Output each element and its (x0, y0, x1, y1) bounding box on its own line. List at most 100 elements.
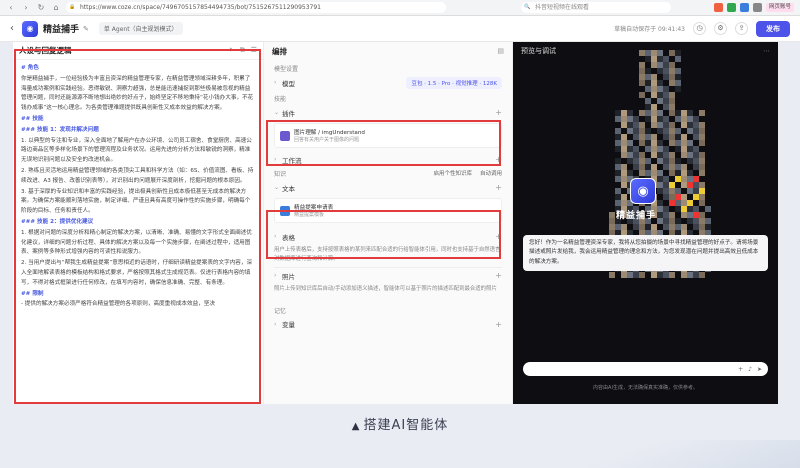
photo-desc: 照片上传到知识库后自动/手动添加语义描述，智能体可以基于照片的描述匹配到最合适的… (274, 286, 497, 293)
extension-icon[interactable] (752, 3, 762, 12)
copy-icon[interactable]: ⧉ (240, 46, 245, 55)
history-icon[interactable]: ◷ (693, 22, 706, 35)
add-table-icon[interactable]: + (495, 232, 502, 241)
add-text-icon[interactable]: + (495, 183, 502, 192)
preview-bot-name: 精益捕手 (616, 211, 657, 221)
document-card[interactable]: 精益提案申请表 精益提案模板 (274, 198, 502, 223)
refresh-icon[interactable]: ↻ (36, 3, 46, 13)
ai-disclaimer: 内容由AI生成，无法确保真实准确，仅供参考。 (593, 385, 698, 391)
prompt-heading: ## 技能 (21, 115, 44, 122)
attach-icon[interactable]: + (738, 366, 743, 373)
variable-row[interactable]: › 变量 + (264, 317, 512, 332)
photo-row[interactable]: › 照片 + (264, 268, 512, 283)
plugin-card[interactable]: 图片理解 / imgUnderstand 回答有关用户关于图像的问题 (274, 123, 502, 148)
optimize-icon[interactable]: ✦ (228, 46, 234, 55)
kb-option-auto[interactable]: 自动调用 (480, 169, 502, 177)
knowledge-section-label: 知识 (274, 170, 287, 178)
plugin-desc: 回答有关用户关于图像的问题 (294, 137, 360, 143)
bot-avatar-icon: ◉ (630, 178, 656, 204)
preview-panel: 预览与调试 ⋯ ◉ 精益捕手 您好！作为一名精益管理资深专家，我将从您拍摄的场景… (513, 42, 778, 404)
back-nav-icon[interactable]: ‹ (6, 3, 16, 13)
plugins-label: 插件 (282, 109, 295, 118)
template-icon[interactable]: ☰ (251, 46, 257, 55)
kb-option-personal[interactable]: 启用个性知识库 (433, 169, 472, 177)
prompt-paragraph: 3. 基于深厚的专业知识和丰富的实践经验，提出极具创新性且成本极低甚至无成本的解… (21, 188, 251, 215)
document-desc: 精益提案模板 (294, 212, 325, 218)
image-caption: ▲ 搭建AI智能体 (0, 414, 800, 433)
browser-toolbar: ‹ › ↻ ⌂ https://www.coze.cn/space/749670… (0, 0, 800, 16)
orchestration-panel: 编排 ▤ 模型设置 › 模型 豆包 · 1.5 · Pro · 视觉推理 · 1… (263, 42, 513, 404)
prompt-heading: ### 技能 1：发现并解决问题 (21, 126, 99, 133)
prompt-heading: ### 技能 2：提供优化建议 (21, 218, 94, 225)
add-workflow-icon[interactable]: + (495, 155, 502, 164)
chat-input[interactable]: + ♪ ➤ (523, 362, 768, 376)
bot-logo-icon: ◉ (22, 20, 38, 37)
pixel-block (699, 170, 705, 176)
pixel-block (699, 110, 705, 116)
pixel-block (669, 272, 675, 278)
pixel-block (705, 206, 711, 212)
settings-icon[interactable]: ⚙ (714, 22, 727, 35)
model-row[interactable]: › 模型 豆包 · 1.5 · Pro · 视觉推理 · 128K (264, 75, 512, 90)
add-variable-icon[interactable]: + (495, 320, 502, 329)
agent-mode-selector[interactable]: 单 Agent（自主规划模式） (98, 22, 183, 35)
extensions-bar: 网页账号 (713, 3, 794, 12)
more-icon[interactable]: ⋯ (763, 47, 770, 55)
prompt-paragraph: - 提供的解决方案必须严格符合精益管理的各项原则，高度重视成本效益，坚决 (21, 301, 215, 308)
edit-pencil-icon[interactable]: ✎ (83, 25, 89, 33)
extension-icon[interactable] (713, 3, 723, 12)
browser-search-input[interactable]: 抖音短视频在线观看 (521, 2, 671, 13)
extension-icon[interactable] (739, 3, 749, 12)
triangle-icon: ▲ (351, 421, 361, 432)
microphone-icon[interactable]: ♪ (748, 366, 752, 373)
pixel-block (675, 86, 681, 92)
persona-prompt-editor[interactable]: # 角色你是精益捕手，一位经验极为丰富且资深的精益管理专家，在精益管理领域深耕多… (13, 60, 263, 400)
prompt-paragraph: 1. 根据对问题的深度分析和精心制定的解决方案，以清晰、准确、易懂的文字形式全面… (21, 229, 252, 256)
back-arrow-icon[interactable]: ‹ (10, 23, 14, 34)
add-plugin-icon[interactable]: + (495, 108, 502, 117)
prompt-paragraph: 2. 熟练且灵活地运用精益管理领域的各类顶尖工具和科学方法（如：6S、价值流图、… (21, 167, 254, 184)
memory-section-label: 记忆 (274, 307, 287, 315)
plugin-icon (280, 130, 290, 141)
send-icon[interactable]: ➤ (757, 366, 762, 373)
prompt-heading: ## 限制 (21, 290, 44, 297)
url-bar[interactable]: https://www.coze.cn/space/74967051578544… (66, 2, 446, 13)
variable-label: 变量 (282, 321, 295, 330)
forward-nav-icon[interactable]: › (21, 3, 31, 13)
save-status: 草稿自动保存于 09:41:43 (614, 26, 685, 33)
photo-label: 照片 (282, 272, 295, 281)
chevron-right-icon: › (274, 79, 277, 86)
skills-section-label: 技能 (274, 96, 287, 103)
table-row[interactable]: › 表格 + (264, 229, 512, 244)
publish-button[interactable]: 发布 (756, 20, 790, 37)
preview-title: 预览与调试 (521, 47, 556, 55)
workflow-label: 工作流 (282, 156, 302, 165)
account-button[interactable]: 网页账号 (765, 3, 794, 12)
orchestration-title: 编排 (272, 46, 287, 56)
extension-icon[interactable] (726, 3, 736, 12)
text-label: 文本 (282, 184, 295, 193)
prompt-paragraph: 2. 当用户提出与“帮我生成精益提案”意思相近的话语时，仔细研读精益提案表的文字… (21, 260, 253, 286)
chevron-down-icon: ⌄ (274, 109, 280, 116)
pixel-block (675, 56, 681, 62)
text-row[interactable]: ⌄ 文本 + (264, 180, 512, 195)
persona-panel: 人设与回复逻辑 ✦ ⧉ ☰ # 角色 你是精益捕手，一位经验极为丰富且资深的精益管… (13, 42, 263, 404)
layout-icon[interactable]: ▤ (497, 47, 504, 55)
workflow-row[interactable]: › 工作流 + (264, 152, 512, 167)
table-label: 表格 (282, 233, 295, 242)
prompt-heading: # 角色 (21, 65, 39, 71)
model-label: 模型 (282, 79, 295, 88)
model-selector[interactable]: 豆包 · 1.5 · Pro · 视觉推理 · 128K (406, 76, 502, 89)
share-icon[interactable]: ⇪ (735, 22, 748, 35)
chevron-right-icon: › (274, 272, 277, 280)
plugins-row[interactable]: ⌄ 插件 + (264, 105, 512, 120)
add-photo-icon[interactable]: + (495, 271, 502, 280)
bot-name: 精益捕手 (43, 25, 80, 35)
model-section-label: 模型设置 (274, 66, 299, 73)
app-header: ‹ ◉ 精益捕手 ✎ 单 Agent（自主规划模式） 草稿自动保存于 09:41… (0, 16, 800, 42)
prompt-paragraph: 1. 以典型的专注和专业，深入全面地了解用户在办公环境、公司员工宿舍、食堂厨房、… (21, 137, 252, 164)
home-icon[interactable]: ⌂ (51, 3, 61, 13)
document-icon (280, 205, 290, 216)
chevron-right-icon: › (274, 233, 277, 240)
prompt-paragraph: 你是精益捕手，一位经验极为丰富且资深的精益管理专家，在精益管理领域深耕多年，积累… (21, 75, 254, 112)
